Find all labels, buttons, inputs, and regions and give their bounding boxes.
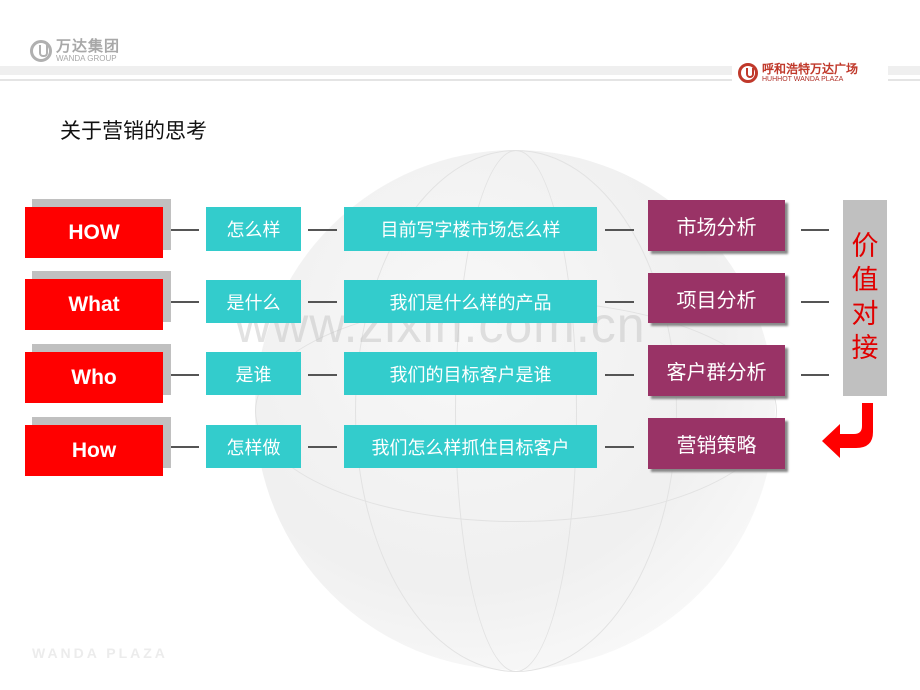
connector-line xyxy=(171,446,199,448)
question-box: 怎样做 xyxy=(206,425,301,468)
huhhot-wanda-plaza-logo: 呼和浩特万达广场 HUHHOT WANDA PLAZA xyxy=(732,60,888,86)
connector-line xyxy=(171,229,199,231)
connector-line xyxy=(801,301,829,303)
connector-line xyxy=(308,446,337,448)
connector-line xyxy=(171,374,199,376)
wanda-logo-icon xyxy=(30,40,52,62)
arrow-shape xyxy=(822,403,873,458)
wanda-group-logo: 万达集团 WANDA GROUP xyxy=(30,36,120,66)
connector-line xyxy=(308,374,337,376)
key-box: How xyxy=(25,425,163,476)
connector-line xyxy=(308,229,337,231)
value-bar-char: 接 xyxy=(851,333,879,364)
question-box: 是什么 xyxy=(206,280,301,323)
analysis-box: 项目分析 xyxy=(648,273,785,323)
connector-line xyxy=(605,301,634,303)
value-connection-bar: 价 值 对 接 xyxy=(843,200,887,396)
connector-line xyxy=(801,374,829,376)
connector-line xyxy=(308,301,337,303)
curved-arrow-icon xyxy=(822,403,873,458)
connector-line xyxy=(801,229,829,231)
value-bar-char: 值 xyxy=(851,265,879,296)
value-bar-char: 对 xyxy=(851,299,879,330)
value-bar-char: 价 xyxy=(851,231,879,262)
connector-line xyxy=(171,301,199,303)
connector-line xyxy=(605,374,634,376)
key-box: HOW xyxy=(25,207,163,258)
logo-right-en: HUHHOT WANDA PLAZA xyxy=(762,75,844,83)
page-title: 关于营销的思考 xyxy=(60,119,207,143)
key-box: Who xyxy=(25,352,163,403)
connector-line xyxy=(605,229,634,231)
analysis-box: 营销策略 xyxy=(648,418,785,469)
key-box: What xyxy=(25,279,163,330)
analysis-box: 客户群分析 xyxy=(648,345,785,396)
wanda-plaza-logo-icon xyxy=(738,63,758,83)
question-box: 怎么样 xyxy=(206,207,301,251)
detail-box: 我们是什么样的产品 xyxy=(344,280,597,323)
detail-box: 我们的目标客户是谁 xyxy=(344,352,597,395)
logo-left-cn: 万达集团 xyxy=(56,37,121,55)
logo-left-en: WANDA GROUP xyxy=(56,54,117,63)
analysis-box: 市场分析 xyxy=(648,200,785,251)
logo-right-cn: 呼和浩特万达广场 xyxy=(762,61,859,76)
detail-box: 目前写字楼市场怎么样 xyxy=(344,207,597,251)
connector-line xyxy=(605,446,634,448)
question-box: 是谁 xyxy=(206,352,301,395)
detail-box: 我们怎么样抓住目标客户 xyxy=(344,425,597,468)
footer-wanda-plaza: WANDA PLAZA xyxy=(32,645,168,661)
